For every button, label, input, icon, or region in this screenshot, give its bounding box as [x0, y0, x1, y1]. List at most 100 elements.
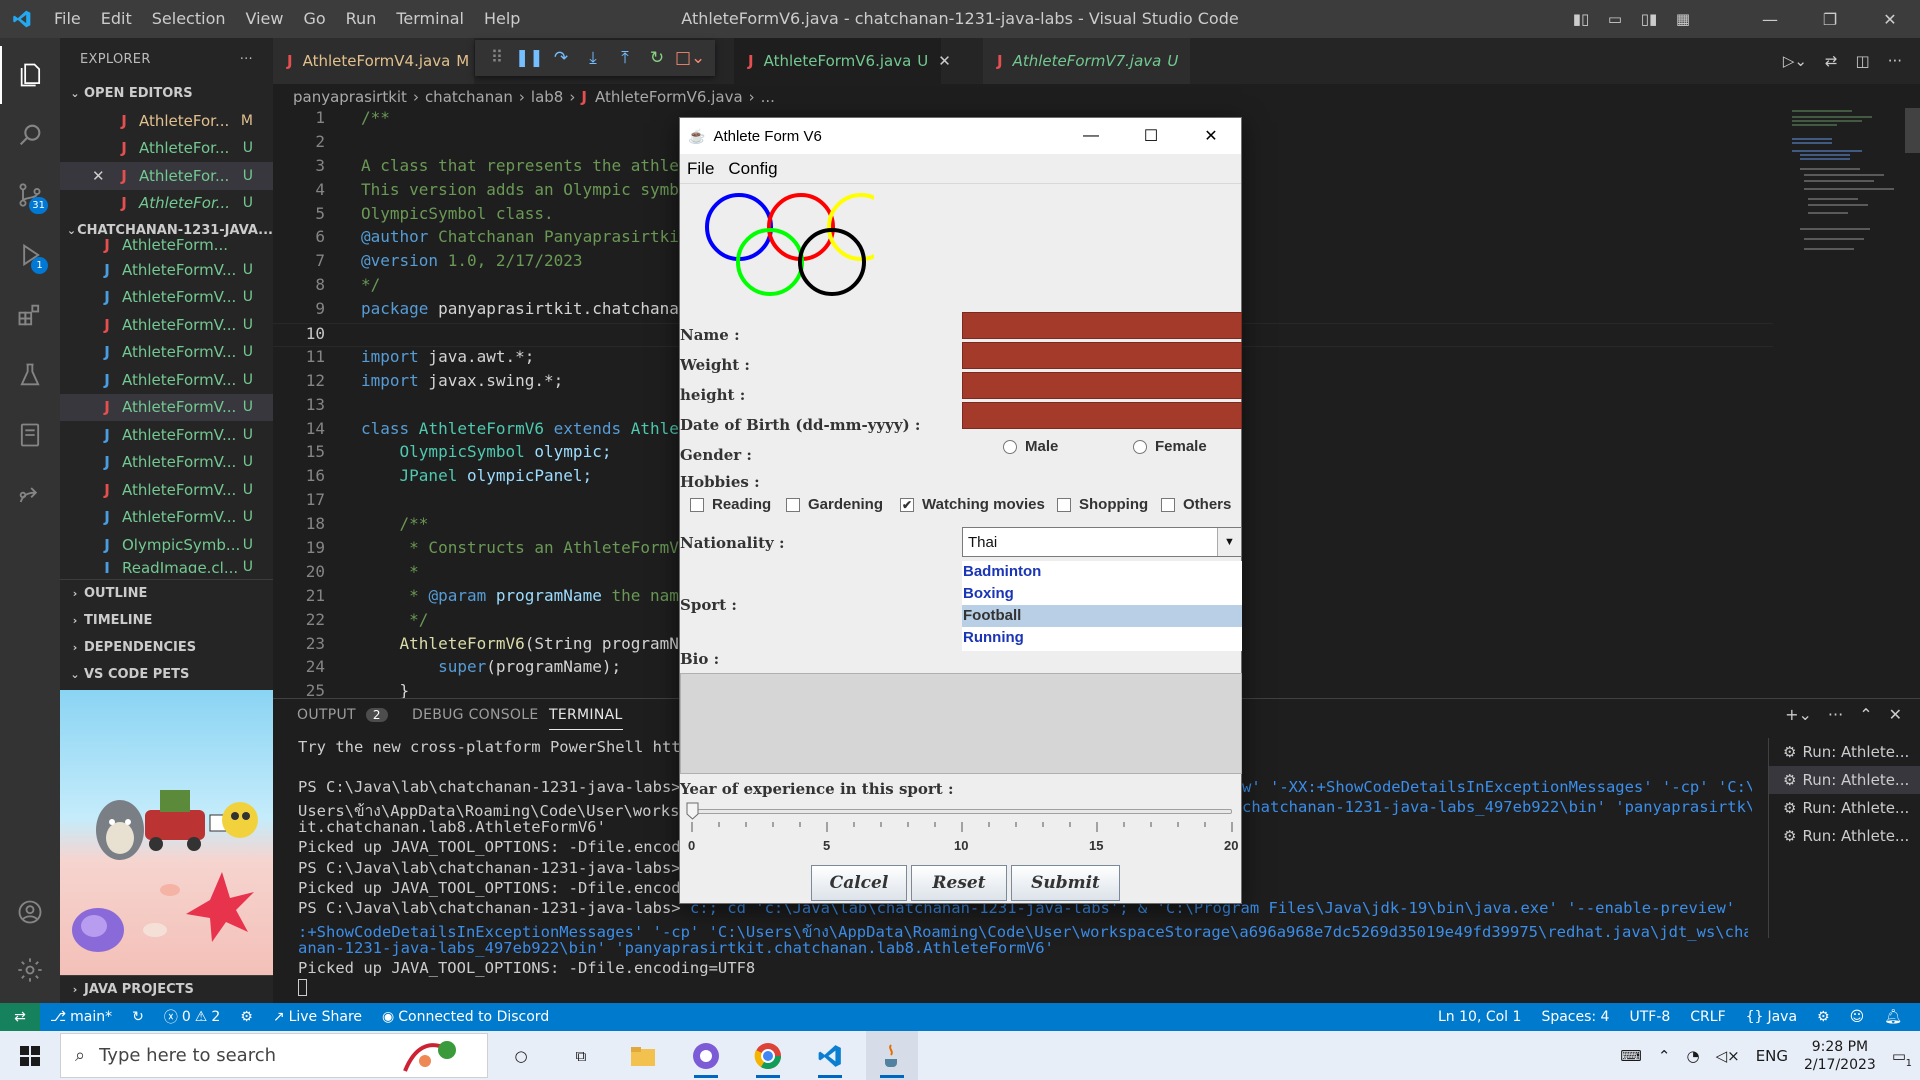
terminal-instance[interactable]: ⚙ Run: Athlete...	[1769, 738, 1920, 766]
hobby-shopping-checkbox[interactable]: Shopping	[1057, 496, 1148, 513]
restart-icon[interactable]: ↻	[643, 48, 671, 68]
close-icon[interactable]: ✕	[92, 167, 109, 185]
file-item[interactable]: J AthleteForm...	[60, 234, 273, 256]
extensions-icon[interactable]	[0, 286, 60, 344]
male-radio[interactable]: Male	[1003, 438, 1058, 455]
sport-option[interactable]: Boxing	[962, 583, 1242, 605]
bio-textarea[interactable]	[680, 673, 1242, 774]
testing-icon[interactable]	[0, 346, 60, 404]
eol[interactable]: CRLF	[1680, 1009, 1735, 1025]
terminal-instance[interactable]: ⚙ Run: Athlete...	[1769, 794, 1920, 822]
show-hidden-icons[interactable]: ⌃	[1658, 1047, 1671, 1065]
java-minimize-button[interactable]: —	[1061, 118, 1121, 154]
file-item[interactable]: J OlympicSymb... U	[60, 531, 273, 559]
hobby-gardening-checkbox[interactable]: Gardening	[786, 496, 883, 513]
remote-explorer-icon[interactable]	[0, 406, 60, 464]
toggle-sidebar-icon[interactable]: ▮▯	[1564, 10, 1598, 28]
step-over-icon[interactable]: ↷	[547, 48, 575, 68]
open-editor-item[interactable]: J AthleteFor... U	[60, 135, 273, 163]
step-out-icon[interactable]: ⤒	[611, 48, 639, 68]
timeline-section[interactable]: › TIMELINE	[60, 607, 273, 634]
stop-icon[interactable]: □⌄	[675, 48, 705, 68]
keyboard-icon[interactable]: ⌨	[1620, 1047, 1642, 1065]
indentation[interactable]: Spaces: 4	[1531, 1009, 1619, 1025]
menu-terminal[interactable]: Terminal	[386, 0, 474, 38]
notifications-bell-icon[interactable]: 🔔︎	[1874, 1009, 1912, 1025]
java-menu-config[interactable]: Config	[721, 159, 784, 179]
java-close-button[interactable]: ✕	[1181, 118, 1241, 154]
run-debug-icon[interactable]: 1	[0, 226, 60, 284]
toggle-panel-icon[interactable]: ▭	[1598, 10, 1632, 28]
cursor-position[interactable]: Ln 10, Col 1	[1428, 1009, 1531, 1025]
menu-help[interactable]: Help	[474, 0, 530, 38]
file-item[interactable]: J ReadImage.cl... U	[60, 559, 273, 573]
breadcrumb-item[interactable]: AthleteFormV6.java	[595, 88, 743, 106]
experience-slider[interactable]: 0 5 10 15 20	[686, 802, 1238, 856]
network-icon[interactable]: ◔	[1686, 1047, 1699, 1065]
chevron-down-icon[interactable]: ▼	[1217, 528, 1241, 556]
tab-athleteformv6[interactable]: J AthleteFormV6.java U ✕	[734, 38, 951, 84]
more-actions-icon[interactable]: ···	[1888, 52, 1902, 70]
breadcrumb-item[interactable]: lab8	[531, 88, 563, 106]
encoding[interactable]: UTF-8	[1619, 1009, 1680, 1025]
file-item[interactable]: J AthleteFormV... U	[60, 449, 273, 477]
notification-center-icon[interactable]: ▭ 1	[1892, 1047, 1912, 1069]
female-radio[interactable]: Female	[1133, 438, 1207, 455]
debug-icon[interactable]: ⚙	[230, 1009, 263, 1025]
sport-option[interactable]: Badminton	[962, 561, 1242, 583]
live-share-button[interactable]: ↗ Live Share	[263, 1009, 372, 1025]
breadcrumb-item[interactable]: panyaprasirtkit	[293, 88, 407, 106]
menu-file[interactable]: File	[44, 0, 91, 38]
weight-field[interactable]	[962, 342, 1242, 369]
more-actions-icon[interactable]: ···	[240, 52, 253, 67]
volume-icon[interactable]: ◁×	[1716, 1047, 1740, 1065]
chrome-icon[interactable]	[742, 1031, 794, 1080]
source-control-icon[interactable]: 31	[0, 166, 60, 224]
java-window-titlebar[interactable]: ☕ Athlete Form V6 — ☐ ✕	[680, 118, 1241, 154]
customize-layout-icon[interactable]: ▦	[1666, 10, 1700, 28]
reset-button[interactable]: Reset	[911, 865, 1007, 901]
sport-list[interactable]: Badminton Boxing Football Running	[962, 561, 1242, 651]
close-panel-icon[interactable]: ✕	[1889, 705, 1902, 724]
accounts-icon[interactable]	[0, 883, 60, 941]
cancel-button[interactable]: Calcel	[811, 865, 907, 901]
submit-button[interactable]: Submit	[1011, 865, 1120, 901]
open-editor-item[interactable]: J AthleteFor... U	[60, 190, 273, 218]
pause-icon[interactable]: ❚❚	[515, 48, 544, 68]
tab-athleteformv7[interactable]: J AthleteFormV7.java U	[983, 38, 1191, 84]
slider-thumb[interactable]	[686, 802, 699, 820]
hobby-reading-checkbox[interactable]: Reading	[690, 496, 771, 513]
feedback-icon[interactable]: ☺	[1840, 1009, 1875, 1025]
editor-scrollbar[interactable]	[1905, 108, 1920, 153]
file-item[interactable]: J AthleteFormV... U	[60, 284, 273, 312]
file-item-selected[interactable]: J AthleteFormV... U	[60, 393, 273, 421]
nationality-select[interactable]: Thai ▼	[962, 527, 1242, 557]
file-item[interactable]: J AthleteFormV... U	[60, 504, 273, 532]
menu-run[interactable]: Run	[336, 0, 387, 38]
sport-option[interactable]: Running	[962, 627, 1242, 649]
terminal-instance[interactable]: ⚙ Run: Athlete...	[1769, 766, 1920, 794]
hobby-others-checkbox[interactable]: Others	[1161, 496, 1231, 513]
remote-indicator-icon[interactable]: ⇄	[0, 1003, 40, 1031]
breadcrumb-item[interactable]: ...	[761, 88, 775, 106]
live-share-icon[interactable]	[0, 466, 60, 524]
open-editor-item[interactable]: J AthleteFor... M	[60, 107, 273, 135]
tab-athleteformv4[interactable]: J AthleteFormV4.java M	[273, 38, 475, 84]
taskbar-search-input[interactable]: ⌕ Type here to search	[60, 1033, 488, 1078]
run-java-icon[interactable]: ▷⌄	[1783, 52, 1807, 70]
chrome-profile-icon[interactable]	[680, 1031, 732, 1080]
language-mode[interactable]: {} Java	[1736, 1009, 1807, 1025]
new-terminal-icon[interactable]: +⌄	[1785, 705, 1812, 724]
vscode-taskbar-icon[interactable]	[804, 1031, 856, 1080]
file-item[interactable]: J AthleteFormV... U	[60, 421, 273, 449]
outline-section[interactable]: › OUTLINE	[60, 580, 273, 607]
menu-go[interactable]: Go	[293, 0, 335, 38]
minimap[interactable]	[1790, 108, 1900, 288]
menu-edit[interactable]: Edit	[91, 0, 142, 38]
terminal-instance[interactable]: ⚙ Run: Athlete...	[1769, 822, 1920, 850]
java-maximize-button[interactable]: ☐	[1121, 118, 1181, 154]
close-tab-icon[interactable]: ✕	[938, 52, 951, 70]
drag-handle-icon[interactable]: ⠿	[483, 48, 511, 68]
tab-debug-console[interactable]: DEBUG CONSOLE	[412, 707, 539, 723]
clock[interactable]: 9:28 PM 2/17/2023	[1804, 1038, 1876, 1074]
